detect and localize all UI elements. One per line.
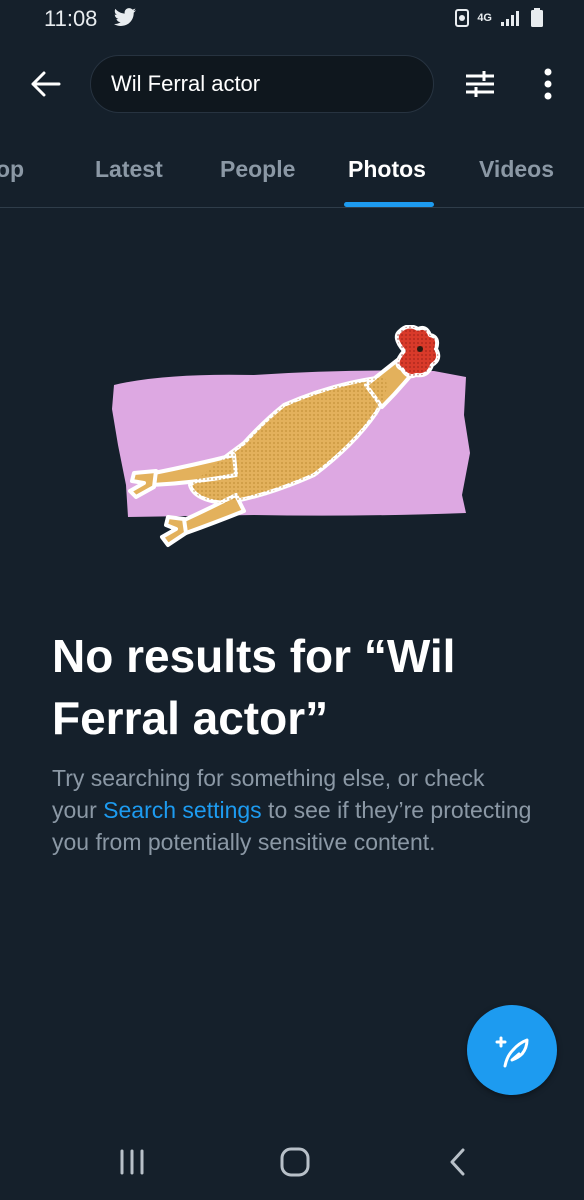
network-type-label: 4G	[477, 11, 492, 24]
home-icon	[280, 1147, 310, 1177]
tab-people[interactable]: People	[220, 156, 295, 183]
active-tab-indicator	[344, 202, 434, 207]
tab-top[interactable]: op	[0, 156, 24, 183]
status-bar: 11:08 4G	[0, 0, 584, 40]
battery-icon	[531, 8, 543, 27]
empty-state-body: Try searching for something else, or che…	[52, 762, 532, 858]
signal-icon	[501, 11, 519, 26]
home-button[interactable]	[265, 1142, 325, 1182]
search-settings-link[interactable]: Search settings	[103, 797, 262, 823]
rubber-chicken-illustration	[112, 325, 470, 547]
back-arrow-icon	[31, 71, 61, 97]
tab-photos[interactable]: Photos	[348, 156, 426, 183]
search-tabs: op Latest People Photos Videos	[0, 132, 584, 208]
search-input[interactable]: Wil Ferral actor	[90, 55, 434, 113]
search-query-text: Wil Ferral actor	[111, 71, 261, 96]
data-saver-icon	[455, 9, 470, 27]
more-options-button[interactable]	[530, 66, 566, 102]
empty-state-title: No results for “Wil Ferral actor”	[52, 630, 456, 744]
recent-apps-icon	[120, 1149, 144, 1175]
tab-latest[interactable]: Latest	[95, 156, 163, 183]
search-filter-button[interactable]	[460, 66, 500, 102]
status-icons: 4G	[455, 8, 544, 28]
more-vertical-icon	[544, 68, 552, 100]
compose-tweet-button[interactable]	[467, 1005, 557, 1095]
system-back-button[interactable]	[428, 1142, 488, 1182]
sliders-icon	[466, 71, 494, 97]
tab-videos[interactable]: Videos	[479, 156, 554, 183]
chevron-left-icon	[450, 1148, 465, 1176]
back-button[interactable]	[26, 66, 66, 102]
compose-feather-icon	[495, 1036, 529, 1068]
twitter-bird-icon	[114, 8, 136, 26]
system-navigation-bar	[0, 1120, 584, 1200]
recent-apps-button[interactable]	[102, 1142, 162, 1182]
status-time: 11:08	[44, 6, 98, 31]
search-header: Wil Ferral actor	[0, 52, 584, 116]
